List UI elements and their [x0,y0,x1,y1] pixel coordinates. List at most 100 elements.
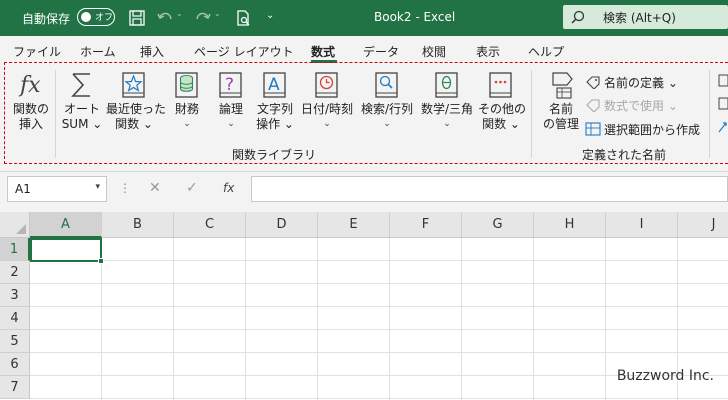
logical-label-1: 論理 [218,102,243,116]
tab-view[interactable]: 表示 [476,43,500,60]
lookup-reference-button[interactable]: 検索/行列 ⌄ [358,70,416,132]
toggle-label: オフ [95,13,114,23]
date-time-label-1: 日付/時刻 [300,102,354,116]
tab-home[interactable]: ホーム [80,43,116,60]
drag-handle-icon[interactable]: ⋮ [119,181,131,195]
save-icon[interactable] [128,9,146,27]
column-header-g[interactable]: G [462,212,534,238]
svg-text:?: ? [225,75,234,95]
select-all-triangle-icon [16,224,26,234]
recently-used-label-1: 最近使った [106,102,167,116]
name-manager-label-2: の管理 [542,117,579,131]
row-header-6[interactable]: 6 [0,353,30,376]
undo-icon[interactable] [156,9,174,27]
text-button[interactable]: A 文字列 操作 ⌄ [254,70,296,132]
logical-label-2: ⌄ [227,119,235,129]
chevron-down-icon[interactable]: ▾ [95,182,100,192]
define-name-button[interactable]: 名前の定義 ⌄ [585,74,678,91]
search-icon [571,10,585,24]
name-box[interactable]: A1 ▾ [7,176,107,202]
fill-handle[interactable] [98,258,104,264]
row-header-7[interactable]: 7 [0,376,30,399]
logical-button[interactable]: ? 論理 ⌄ [214,70,248,132]
toggle-knob [81,11,91,22]
create-from-selection-button[interactable]: 選択範囲から作成 [585,121,700,138]
row-header-2[interactable]: 2 [0,261,30,284]
column-header-j[interactable]: J [678,212,728,238]
ribbon-tabs: ファイル ホーム 挿入 ページ レイアウト 数式 データ 校閲 表示 ヘルプ [0,36,728,64]
tab-data[interactable]: データ [363,43,399,60]
tab-help[interactable]: ヘルプ [528,43,564,60]
define-name-label: 名前の定義 ⌄ [604,76,678,90]
svg-text:fx: fx [18,73,41,98]
autosave-toggle[interactable]: オフ [77,8,115,26]
date-time-label-2: ⌄ [323,119,331,129]
question-book-icon: ? [219,72,242,98]
tab-review[interactable]: 校閲 [422,43,446,60]
ribbon-separator [531,70,532,158]
recently-used-label-2: 関数 ⌄ [115,117,153,131]
column-header-a[interactable]: A [30,212,102,238]
remove-arrows-icon[interactable] [718,120,728,134]
tab-insert[interactable]: 挿入 [140,43,164,60]
column-header-f[interactable]: F [390,212,462,238]
insert-function-button[interactable]: fx 関数の 挿入 [12,70,50,132]
trace-precedents-icon[interactable] [718,74,728,88]
search-box[interactable]: 検索 (Alt+Q) [563,5,728,29]
gridline [30,306,728,307]
row-header-3[interactable]: 3 [0,284,30,307]
row-header-1[interactable]: 1 [0,238,30,261]
use-in-formula-button[interactable]: 数式で使用 ⌄ [585,97,678,114]
tag-icon [586,76,600,89]
svg-text:A: A [268,75,280,95]
tab-formulas[interactable]: 数式 [311,43,335,60]
sigma-icon [71,73,90,97]
column-header-i[interactable]: I [606,212,678,238]
formula-input[interactable] [251,176,728,202]
column-header-e[interactable]: E [318,212,390,238]
gridline [30,352,728,353]
use-in-formula-label: 数式で使用 ⌄ [604,99,678,113]
tab-file[interactable]: ファイル [13,43,61,60]
autosum-button[interactable]: オート SUM ⌄ [60,70,104,132]
customize-toolbar-icon[interactable]: ⌄ [266,10,284,28]
more-functions-label-1: その他の [478,102,527,116]
math-trig-label-2: ⌄ [443,119,451,129]
insert-function-fx-button[interactable]: fx [223,181,234,195]
function-library-group-label: 関数ライブラリ [232,148,317,162]
print-preview-icon[interactable] [234,9,252,27]
redo-dropdown-icon[interactable]: ⌄ [214,9,232,27]
row-header-4[interactable]: 4 [0,307,30,330]
name-manager-button[interactable]: 名前 の管理 [540,70,582,132]
more-functions-button[interactable]: その他の 関数 ⌄ [478,70,527,132]
active-cell-a1[interactable] [30,238,104,264]
math-trig-button[interactable]: 数学/三角 ⌄ [418,70,476,132]
text-label-2: 操作 ⌄ [256,117,294,131]
enter-icon[interactable]: ✓ [186,180,198,196]
text-label-1: 文字列 [256,102,293,116]
date-time-button[interactable]: 日付/時刻 ⌄ [298,70,356,132]
column-header-d[interactable]: D [246,212,318,238]
autosum-label-2: SUM ⌄ [61,117,103,131]
math-trig-label-1: 数学/三角 [420,102,474,116]
financial-button[interactable]: 財務 ⌄ [170,70,204,132]
more-functions-label-2: 関数 ⌄ [482,117,520,131]
cancel-icon[interactable]: ✕ [149,180,161,196]
column-header-b[interactable]: B [102,212,174,238]
name-box-value: A1 [15,182,31,196]
tab-page-layout[interactable]: ページ レイアウト [194,43,294,60]
row-header-5[interactable]: 5 [0,330,30,353]
select-all-button[interactable] [0,212,30,238]
column-header-c[interactable]: C [174,212,246,238]
search-placeholder: 検索 (Alt+Q) [603,11,676,25]
recently-used-button[interactable]: 最近使った 関数 ⌄ [106,70,167,132]
name-manager-label-1: 名前 [548,102,573,116]
active-tab-indicator [311,60,337,63]
watermark: Buzzword Inc. [616,368,714,384]
trace-dependents-icon[interactable] [718,97,728,111]
column-header-h[interactable]: H [534,212,606,238]
text-book-icon: A [263,72,286,98]
create-from-selection-label: 選択範囲から作成 [604,123,701,137]
undo-dropdown-icon[interactable]: ⌄ [176,9,194,27]
redo-icon[interactable] [194,9,212,27]
